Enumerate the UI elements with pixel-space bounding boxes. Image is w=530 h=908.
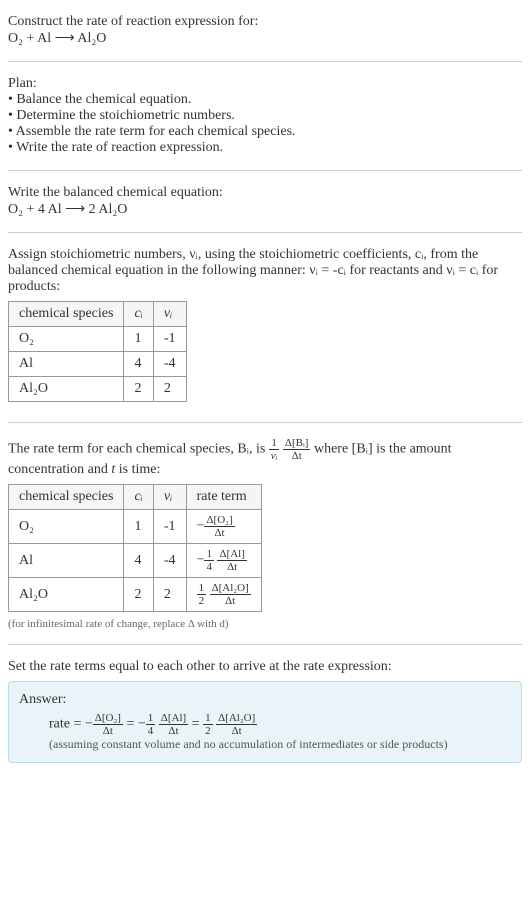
table-header-row: chemical species cᵢ νᵢ <box>9 302 187 327</box>
cell-c: 1 <box>124 327 153 352</box>
cell-c: 4 <box>124 352 153 377</box>
answer-box: Answer: rate = −Δ[O₂]Δt = −14 Δ[Al]Δt = … <box>8 681 522 763</box>
table-row: Al 4 -4 −14 Δ[Al]Δt <box>9 544 262 578</box>
plan-list: Balance the chemical equation. Determine… <box>8 92 522 156</box>
table-row: Al 4 -4 <box>9 352 187 377</box>
col-c: cᵢ <box>124 302 153 327</box>
cell-rate: −Δ[O₂]Δt <box>186 510 261 544</box>
col-v: νᵢ <box>153 485 186 510</box>
cell-c: 2 <box>124 377 153 402</box>
plan-item: Assemble the rate term for each chemical… <box>8 124 522 140</box>
prompt-section: Construct the rate of reaction expressio… <box>8 8 522 53</box>
col-rate: rate term <box>186 485 261 510</box>
cell-species: Al₂O <box>9 377 124 402</box>
final-section: Set the rate terms equal to each other t… <box>8 653 522 769</box>
cell-species: Al₂O <box>9 578 124 612</box>
cell-c: 4 <box>124 544 153 578</box>
plan-item: Determine the stoichiometric numbers. <box>8 108 522 124</box>
cell-rate: −14 Δ[Al]Δt <box>186 544 261 578</box>
col-v: νᵢ <box>153 302 186 327</box>
balanced-section: Write the balanced chemical equation: O₂… <box>8 179 522 224</box>
divider <box>8 61 522 62</box>
stoich-table: chemical species cᵢ νᵢ O₂ 1 -1 Al 4 -4 A… <box>8 301 187 402</box>
table-row: Al₂O 2 2 12 Δ[Al₂O]Δt <box>9 578 262 612</box>
cell-rate: 12 Δ[Al₂O]Δt <box>186 578 261 612</box>
rateterm-footnote: (for infinitesimal rate of change, repla… <box>8 618 522 630</box>
cell-species: Al <box>9 544 124 578</box>
col-c: cᵢ <box>124 485 153 510</box>
table-row: Al₂O 2 2 <box>9 377 187 402</box>
divider <box>8 232 522 233</box>
plan-section: Plan: Balance the chemical equation. Det… <box>8 70 522 162</box>
divider <box>8 422 522 423</box>
cell-v: -4 <box>153 352 186 377</box>
answer-label: Answer: <box>19 692 511 708</box>
col-species: chemical species <box>9 302 124 327</box>
frac-1-over-nu: 1 νᵢ <box>269 437 280 462</box>
frac-dB-dt: Δ[Bᵢ] Δt <box>283 437 311 462</box>
cell-v: -1 <box>153 510 186 544</box>
answer-rate-expression: rate = −Δ[O₂]Δt = −14 Δ[Al]Δt = 12 Δ[Al₂… <box>19 712 511 737</box>
rateterm-intro: The rate term for each chemical species,… <box>8 437 522 478</box>
cell-v: 2 <box>153 377 186 402</box>
divider <box>8 170 522 171</box>
col-species: chemical species <box>9 485 124 510</box>
balanced-title: Write the balanced chemical equation: <box>8 185 522 201</box>
stoich-intro: Assign stoichiometric numbers, νᵢ, using… <box>8 247 522 295</box>
balanced-equation: O₂ + 4 Al ⟶ 2 Al₂O <box>8 201 522 218</box>
table-row: O₂ 1 -1 <box>9 327 187 352</box>
answer-note: (assuming constant volume and no accumul… <box>19 737 511 752</box>
prompt-text: Construct the rate of reaction expressio… <box>8 14 522 30</box>
rateterm-section: The rate term for each chemical species,… <box>8 431 522 636</box>
rateterm-table: chemical species cᵢ νᵢ rate term O₂ 1 -1… <box>8 484 262 612</box>
prompt-equation: O₂ + Al ⟶ Al₂O <box>8 30 522 47</box>
table-row: O₂ 1 -1 −Δ[O₂]Δt <box>9 510 262 544</box>
divider <box>8 644 522 645</box>
stoich-section: Assign stoichiometric numbers, νᵢ, using… <box>8 241 522 414</box>
cell-v: 2 <box>153 578 186 612</box>
cell-v: -1 <box>153 327 186 352</box>
cell-species: O₂ <box>9 327 124 352</box>
final-title: Set the rate terms equal to each other t… <box>8 659 522 675</box>
plan-item: Balance the chemical equation. <box>8 92 522 108</box>
cell-c: 2 <box>124 578 153 612</box>
table-header-row: chemical species cᵢ νᵢ rate term <box>9 485 262 510</box>
cell-v: -4 <box>153 544 186 578</box>
cell-species: O₂ <box>9 510 124 544</box>
plan-item: Write the rate of reaction expression. <box>8 140 522 156</box>
cell-c: 1 <box>124 510 153 544</box>
cell-species: Al <box>9 352 124 377</box>
plan-title: Plan: <box>8 76 522 92</box>
